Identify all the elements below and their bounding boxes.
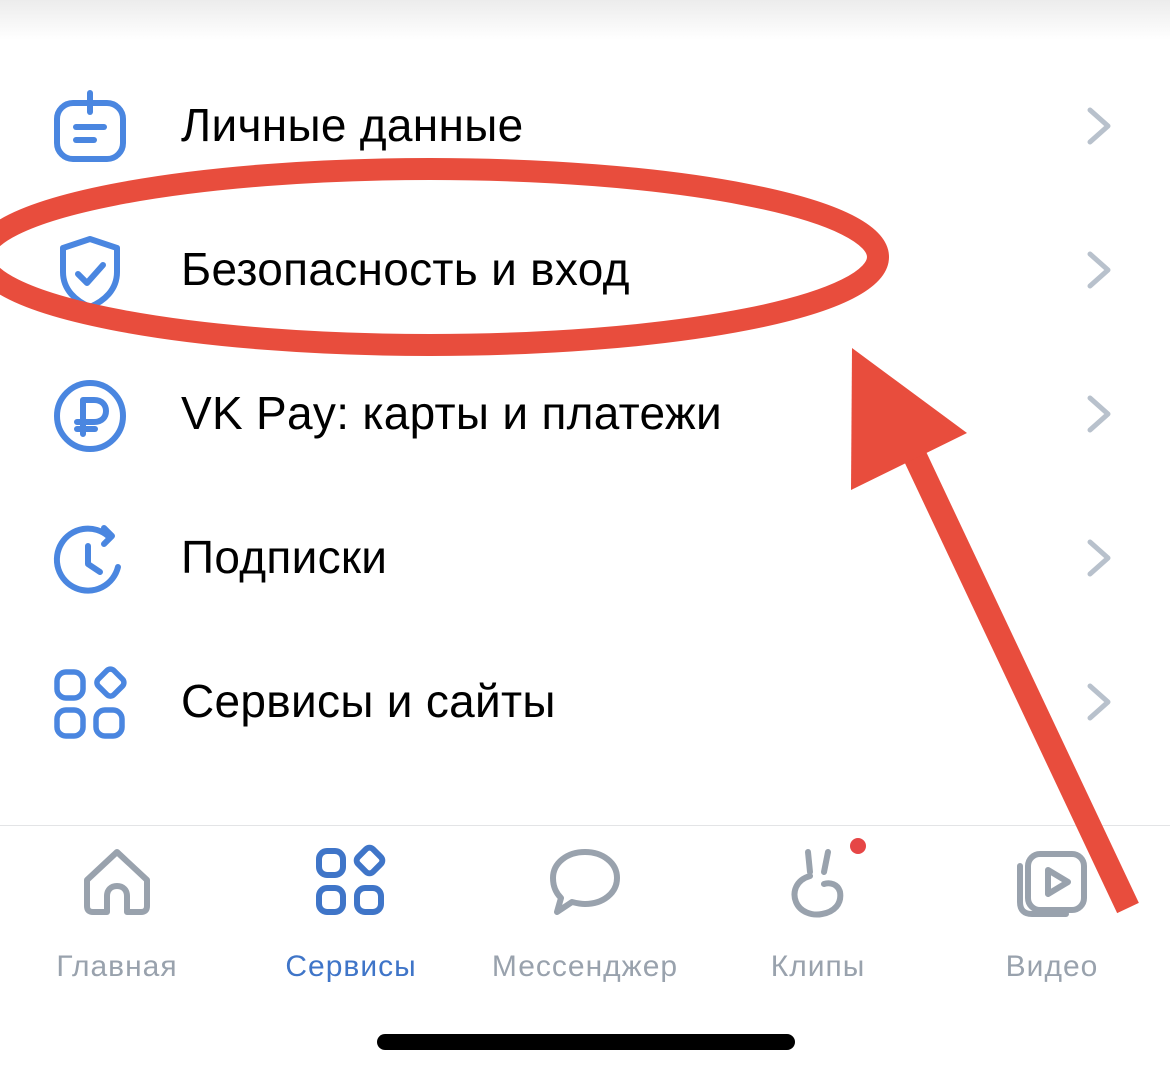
menu-item-label: VK Pay: карты и платежи	[181, 387, 722, 439]
menu-item-label: Сервисы и сайты	[181, 675, 556, 727]
tab-label: Клипы	[770, 950, 866, 983]
tab-bar: Главная Сервисы Мессенджер Клипы Видео	[0, 825, 1170, 1006]
tab-label: Видео	[1005, 950, 1099, 983]
services-grid-icon	[316, 844, 386, 915]
menu-item-security[interactable]: Безопасность и вход	[0, 198, 1170, 342]
settings-menu: Личные данные Безопасность и вход VK Pay…	[0, 54, 1170, 774]
tab-label: Мессенджер	[491, 950, 679, 983]
top-shadow	[0, 0, 1170, 40]
tab-home[interactable]: Главная	[17, 844, 217, 994]
chevron-right-icon	[1087, 395, 1111, 433]
tab-messenger[interactable]: Мессенджер	[465, 844, 705, 994]
menu-item-label: Безопасность и вход	[181, 243, 630, 295]
tab-video[interactable]: Видео	[952, 844, 1152, 994]
tab-services[interactable]: Сервисы	[251, 844, 451, 994]
personal-data-icon	[54, 90, 126, 162]
home-icon	[84, 849, 150, 915]
menu-item-services-sites[interactable]: Сервисы и сайты	[0, 630, 1170, 774]
menu-item-label: Личные данные	[181, 99, 524, 151]
menu-item-vk-pay[interactable]: VK Pay: карты и платежи	[0, 342, 1170, 486]
tab-label: Сервисы	[285, 950, 417, 983]
tab-label: Главная	[56, 950, 178, 983]
clips-icon	[791, 849, 844, 918]
chevron-right-icon	[1087, 107, 1111, 145]
chevron-right-icon	[1087, 683, 1111, 721]
screen: Личные данные Безопасность и вход VK Pay…	[0, 0, 1170, 1074]
menu-item-personal-data[interactable]: Личные данные	[0, 54, 1170, 198]
clock-refresh-icon	[53, 525, 121, 594]
shield-check-icon	[60, 236, 120, 310]
menu-item-label: Подписки	[181, 531, 388, 583]
chat-bubble-icon	[550, 849, 620, 915]
ruble-icon	[54, 380, 126, 452]
notification-badge	[850, 838, 866, 854]
chevron-right-icon	[1087, 539, 1111, 577]
services-grid-icon	[54, 666, 127, 739]
tab-clips[interactable]: Клипы	[718, 838, 918, 994]
chevron-right-icon	[1087, 251, 1111, 289]
video-icon	[1017, 851, 1087, 917]
menu-item-subscriptions[interactable]: Подписки	[0, 486, 1170, 630]
home-indicator	[377, 1034, 795, 1050]
